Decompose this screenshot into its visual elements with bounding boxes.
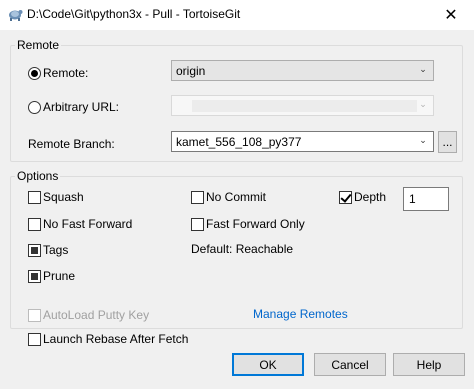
window-title: D:\Code\Git\python3x - Pull - TortoiseGi… <box>27 7 241 21</box>
prune-checkbox[interactable] <box>28 270 41 283</box>
squash-label[interactable]: Squash <box>43 190 84 204</box>
remote-radio-label[interactable]: Remote: <box>43 66 88 80</box>
cancel-button-label: Cancel <box>331 357 369 372</box>
depth-checkbox[interactable] <box>339 191 352 204</box>
ok-button-label: OK <box>259 357 277 372</box>
chevron-down-icon: ⌄ <box>419 135 427 145</box>
depth-input-value: 1 <box>409 192 416 206</box>
url-field-value-area <box>192 100 417 112</box>
help-button[interactable]: Help <box>393 353 465 376</box>
no-commit-label[interactable]: No Commit <box>206 190 266 204</box>
remote-combo[interactable]: origin ⌄ <box>171 60 434 81</box>
fast-forward-only-label[interactable]: Fast Forward Only <box>206 217 305 231</box>
browse-button-label: ... <box>442 135 453 149</box>
close-button[interactable]: ✕ <box>428 0 474 30</box>
prune-label[interactable]: Prune <box>43 269 75 283</box>
squash-checkbox[interactable] <box>28 191 41 204</box>
dialog-body: Remote Remote: origin ⌄ Arbitrary URL: ⌄… <box>0 30 474 389</box>
remote-branch-label: Remote Branch: <box>28 137 115 151</box>
remote-group-legend: Remote <box>15 38 62 52</box>
tags-checkbox[interactable] <box>28 244 41 257</box>
manage-remotes-link[interactable]: Manage Remotes <box>253 307 348 321</box>
help-button-label: Help <box>416 357 442 372</box>
no-fast-forward-label[interactable]: No Fast Forward <box>43 217 132 231</box>
title-bar: D:\Code\Git\python3x - Pull - TortoiseGi… <box>0 0 474 30</box>
tags-label[interactable]: Tags <box>43 243 68 257</box>
arbitrary-url-label[interactable]: Arbitrary URL: <box>43 100 119 114</box>
remote-radio[interactable] <box>28 67 41 80</box>
no-commit-checkbox[interactable] <box>191 191 204 204</box>
launch-rebase-label[interactable]: Launch Rebase After Fetch <box>43 332 188 346</box>
chevron-down-icon: ⌄ <box>419 99 427 109</box>
ok-button[interactable]: OK <box>232 353 304 376</box>
depth-label[interactable]: Depth <box>354 190 386 204</box>
no-fast-forward-checkbox[interactable] <box>28 218 41 231</box>
remote-combo-value: origin <box>176 64 206 78</box>
close-icon: ✕ <box>444 7 458 24</box>
arbitrary-url-radio[interactable] <box>28 101 41 114</box>
autoload-putty-label: AutoLoad Putty Key <box>43 308 150 322</box>
cancel-button[interactable]: Cancel <box>314 353 386 376</box>
options-group-legend: Options <box>15 169 61 183</box>
launch-rebase-checkbox[interactable] <box>28 333 41 346</box>
autoload-putty-checkbox[interactable] <box>28 309 41 322</box>
tags-default-hint: Default: Reachable <box>191 242 294 256</box>
depth-input[interactable]: 1 <box>403 187 449 211</box>
remote-branch-combo[interactable]: kamet_556_108_py377 ⌄ <box>171 131 434 152</box>
browse-branch-button[interactable]: ... <box>438 131 457 153</box>
fast-forward-only-checkbox[interactable] <box>191 218 204 231</box>
tortoisegit-icon <box>9 10 23 21</box>
arbitrary-url-combo[interactable]: ⌄ <box>171 95 434 116</box>
chevron-down-icon: ⌄ <box>419 64 427 74</box>
remote-branch-value: kamet_556_108_py377 <box>176 135 302 149</box>
